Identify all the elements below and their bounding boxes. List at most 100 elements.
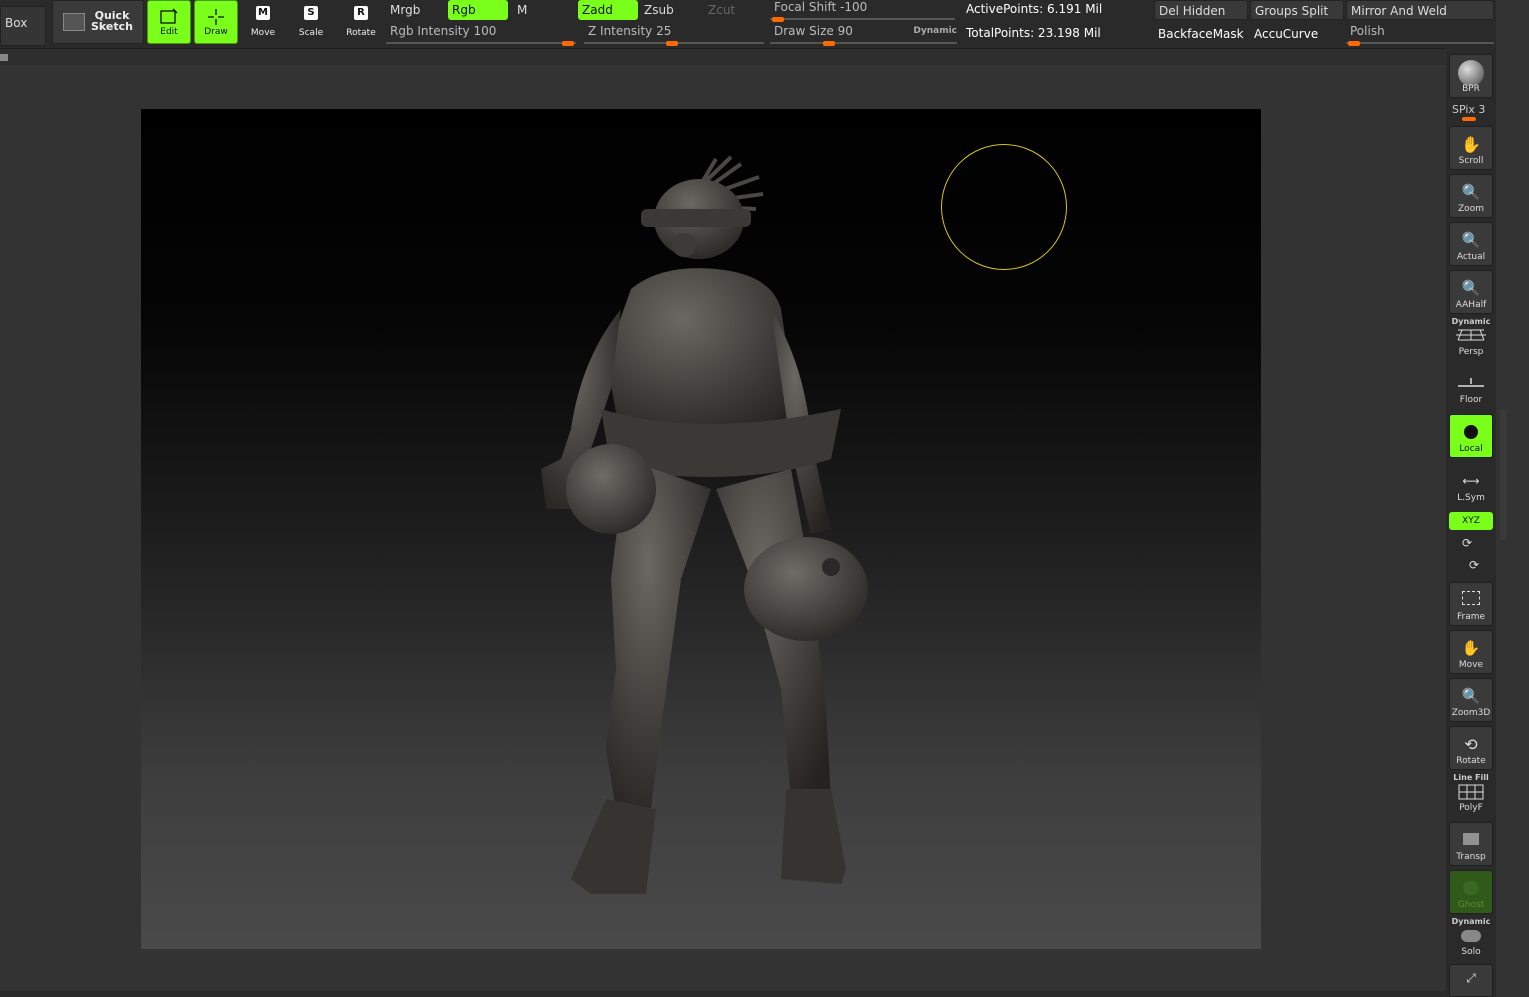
solo-button[interactable]: Dynamic Solo: [1449, 916, 1493, 960]
actual-label: Actual: [1456, 252, 1486, 262]
scroll-label: Scroll: [1458, 156, 1484, 166]
draw-size-knob[interactable]: [823, 41, 835, 46]
move-button[interactable]: M Move: [243, 0, 283, 44]
strip-handle[interactable]: [0, 54, 8, 61]
scale-label: Scale: [298, 28, 324, 38]
brush-cursor-ring: [941, 144, 1067, 270]
rotate-label: Rotate: [346, 28, 376, 38]
move-view-button[interactable]: ✋ Move: [1449, 630, 1493, 674]
draw-crosshair-icon: [208, 9, 224, 25]
draw-size-slider[interactable]: Draw Size 90 Dynamic: [770, 24, 957, 46]
accucurve-toggle[interactable]: AccuCurve: [1250, 24, 1344, 44]
scale-key-icon: S: [304, 6, 318, 20]
focal-shift-knob[interactable]: [772, 17, 784, 22]
local-transform-icon: [1464, 425, 1478, 439]
dynamic-size-toggle[interactable]: Dynamic: [913, 26, 957, 36]
zoom3d-icon: 🔍: [1461, 687, 1481, 705]
zoom-label: Zoom: [1458, 204, 1484, 214]
xpose-button[interactable]: ⤢: [1449, 964, 1493, 997]
z-intensity-slider[interactable]: Z Intensity 25: [584, 24, 764, 46]
focal-shift-value: -100: [840, 0, 868, 14]
z-intensity-value: 25: [656, 24, 672, 38]
polyf-linefill-label: Line Fill: [1453, 773, 1489, 782]
polish-slider[interactable]: Polish: [1346, 24, 1494, 46]
mirror-and-weld-button[interactable]: Mirror And Weld: [1346, 0, 1494, 20]
zcut-button[interactable]: Zcut: [704, 0, 754, 20]
draw-size-value: 90: [837, 24, 853, 38]
scale-button[interactable]: S Scale: [291, 0, 331, 44]
edit-icon: [160, 8, 178, 24]
rotate-view-label: Rotate: [1456, 756, 1486, 766]
sculpt-model-figure: [541, 155, 868, 894]
local-label: Local: [1459, 444, 1483, 454]
bpr-label: BPR: [1462, 84, 1480, 94]
solo-icon: [1461, 930, 1481, 942]
rgb-intensity-slider[interactable]: Rgb Intensity 100: [386, 24, 576, 46]
xpose-arrows-icon: ⤢: [1466, 971, 1476, 985]
draw-size-label: Draw Size: [774, 24, 834, 38]
ghost-button[interactable]: Ghost: [1449, 870, 1493, 914]
rgb-intensity-label: Rgb Intensity: [390, 24, 470, 38]
viewport-canvas[interactable]: [141, 109, 1261, 949]
spix-knob[interactable]: [1462, 117, 1476, 121]
del-hidden-button[interactable]: Del Hidden: [1154, 0, 1248, 20]
solo-label: Solo: [1461, 947, 1481, 957]
solo-dynamic-label: Dynamic: [1451, 917, 1491, 926]
zoom3d-button[interactable]: 🔍 Zoom3D: [1449, 678, 1493, 722]
rotate-z-icon[interactable]: ⟳: [1469, 558, 1479, 572]
box-button[interactable]: Box: [0, 6, 46, 46]
focal-shift-label: Focal Shift: [774, 0, 837, 14]
move-key-icon: M: [256, 6, 270, 20]
edit-label: Edit: [160, 27, 178, 37]
local-button[interactable]: Local: [1449, 414, 1493, 458]
actual-button[interactable]: 🔍 Actual: [1449, 222, 1493, 266]
magnifier-icon: 🔍: [1461, 183, 1481, 201]
zoom3d-label: Zoom3D: [1451, 708, 1491, 718]
rotate-button[interactable]: R Rotate: [341, 0, 381, 44]
rotate-y-icon[interactable]: ⟳: [1462, 536, 1472, 550]
m-button[interactable]: M: [513, 0, 563, 20]
perspective-grid-icon: [1456, 329, 1486, 341]
quick-sketch-label: Quick Sketch: [90, 9, 133, 33]
scroll-button[interactable]: ✋ Scroll: [1449, 126, 1493, 170]
frame-button[interactable]: Frame: [1449, 582, 1493, 626]
persp-button[interactable]: Dynamic Persp: [1449, 316, 1493, 360]
ghost-icon: [1463, 881, 1479, 895]
top-toolbar: Box Quick Sketch Edit Draw M Move S Scal…: [0, 0, 1496, 49]
zadd-button[interactable]: Zadd: [578, 0, 638, 20]
zsub-button[interactable]: Zsub: [640, 0, 700, 20]
move-view-label: Move: [1458, 660, 1484, 670]
z-intensity-knob[interactable]: [666, 41, 678, 46]
spix-slider[interactable]: SPix 3: [1452, 103, 1485, 116]
bottom-strip: [0, 991, 1446, 997]
polish-knob[interactable]: [1348, 41, 1360, 46]
transp-button[interactable]: Transp: [1449, 822, 1493, 866]
bpr-button[interactable]: BPR: [1449, 54, 1493, 98]
rgb-intensity-knob[interactable]: [562, 41, 574, 46]
groups-split-button[interactable]: Groups Split: [1250, 0, 1344, 20]
mrgb-button[interactable]: Mrgb: [386, 0, 444, 20]
quick-sketch-icon: [63, 13, 85, 31]
aahalf-button[interactable]: 🔍 AAHalf: [1449, 270, 1493, 314]
polyframe-grid-icon: [1458, 784, 1484, 800]
polyf-button[interactable]: Line Fill PolyF: [1449, 772, 1493, 816]
frame-icon: [1462, 591, 1480, 605]
rotate-view-button[interactable]: ⟲ Rotate: [1449, 726, 1493, 770]
polish-track: [1346, 42, 1494, 44]
bpr-sphere-icon: [1458, 60, 1484, 86]
lsym-button[interactable]: ⟷ L.Sym: [1449, 462, 1493, 506]
backface-mask-toggle[interactable]: BackfaceMask: [1154, 24, 1248, 44]
floor-button[interactable]: Floor: [1449, 364, 1493, 408]
z-intensity-label: Z Intensity: [588, 24, 653, 38]
rgb-button[interactable]: Rgb: [448, 0, 508, 20]
xyz-rotate-toggle[interactable]: XYZ: [1449, 512, 1493, 530]
hand-icon: ✋: [1461, 135, 1481, 154]
quick-sketch-button[interactable]: Quick Sketch: [52, 0, 144, 44]
shelf-edge-scrollbar[interactable]: [1500, 410, 1506, 540]
edit-button[interactable]: Edit: [147, 0, 191, 44]
persp-dynamic-label: Dynamic: [1451, 317, 1491, 326]
zoom-button[interactable]: 🔍 Zoom: [1449, 174, 1493, 218]
focal-shift-slider[interactable]: Focal Shift -100: [770, 0, 955, 22]
draw-button[interactable]: Draw: [194, 0, 238, 44]
active-points-readout: ActivePoints: 6.191 Mil: [966, 2, 1103, 16]
